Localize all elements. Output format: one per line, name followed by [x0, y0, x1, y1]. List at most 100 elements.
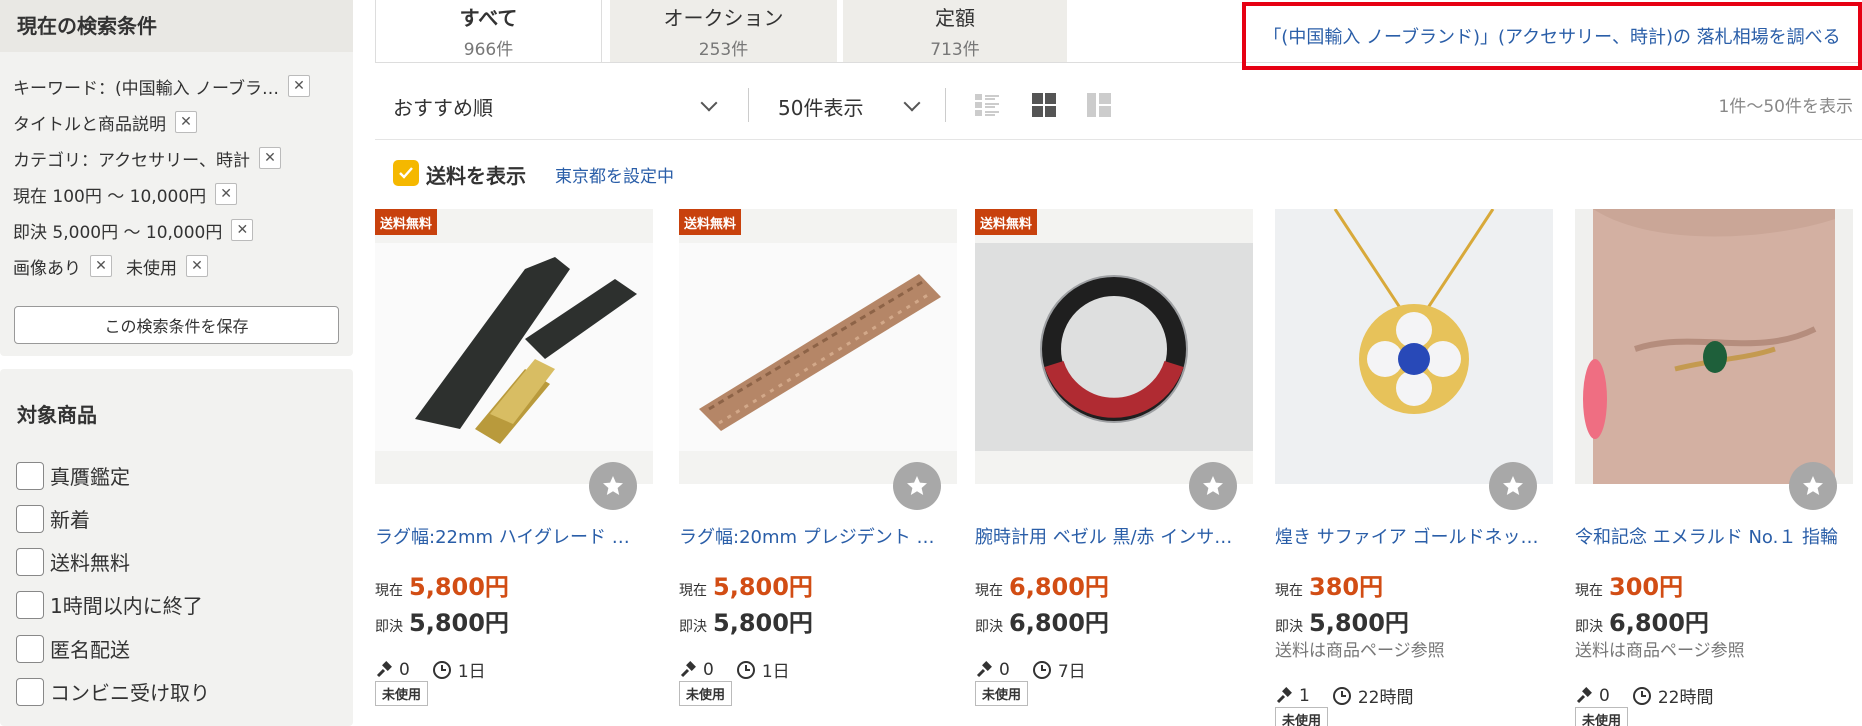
clock-icon: [432, 660, 451, 679]
sidebar: 現在の検索条件 キーワード：(中国輸入 ノーブラ… ✕ タイトルと商品説明 ✕ …: [0, 0, 353, 726]
item-title[interactable]: ラグ幅:20mm プレジデント …: [679, 523, 957, 549]
market-price-link[interactable]: 「(中国輸入 ノーブランド)」(アクセサリー、時計)の 落札相場を調べる: [1242, 2, 1862, 70]
watchlist-star-button[interactable]: [1189, 462, 1237, 510]
current-price: 現在 5,800円: [375, 567, 509, 602]
filter-convenience-store[interactable]: コンビニ受け取り: [16, 677, 210, 706]
item-card: 煌き サファイア ゴールドネッ… 現在 380円 即決 5,800円 送料は商品ペー…: [1275, 209, 1553, 726]
item-image[interactable]: 送料無料: [679, 209, 957, 484]
remove-buy-price-button[interactable]: ✕: [231, 219, 254, 241]
condition-buy-price: 即決 5,000円 ～ 10,000円 ✕: [13, 212, 343, 248]
condition-tag: 未使用: [1575, 707, 1629, 726]
sort-select[interactable]: おすすめ順: [393, 86, 723, 126]
current-price: 現在 5,800円: [679, 567, 813, 602]
checkbox[interactable]: [16, 504, 44, 533]
item-title[interactable]: ラグ幅:22mm ハイグレード …: [375, 523, 653, 549]
tab-auction[interactable]: オークション 253件: [610, 0, 837, 62]
watchlist-star-button[interactable]: [1789, 462, 1837, 510]
save-conditions-button[interactable]: この検索条件を保存: [14, 306, 339, 344]
condition-current-price: 現在 100円 ～ 10,000円 ✕: [13, 176, 343, 212]
condition-image-unused: 画像あり ✕ 未使用 ✕: [13, 248, 343, 284]
current-price: 現在 6,800円: [975, 567, 1109, 602]
item-image[interactable]: 送料無料: [975, 209, 1253, 484]
show-shipping-checkbox[interactable]: [393, 160, 419, 186]
bid-count: 1: [1299, 685, 1310, 706]
sort-value: おすすめ順: [393, 95, 493, 120]
item-card: 送料無料 ラグ幅:20mm プレジデント … 現在 5,800円 即決 5,800円…: [679, 209, 957, 726]
show-shipping-label[interactable]: 送料を表示: [426, 160, 526, 189]
free-shipping-badge: 送料無料: [679, 209, 742, 235]
time-left: 1日: [457, 662, 486, 682]
condition-label: タイトルと商品説明: [13, 114, 166, 135]
tab-count: 966件: [463, 40, 514, 60]
tab-count: 253件: [698, 40, 749, 60]
divider: [945, 88, 946, 122]
item-meta: 0 7日: [975, 657, 1086, 682]
gavel-icon: [680, 660, 696, 677]
checkbox[interactable]: [16, 547, 44, 576]
tab-all[interactable]: すべて 966件: [375, 0, 602, 62]
gavel-icon: [376, 660, 392, 677]
per-page-value: 50件表示: [778, 95, 864, 120]
grid-view-icon[interactable]: [1031, 92, 1057, 118]
price-value: 5,800円: [713, 609, 813, 637]
filter-authenticity[interactable]: 真贋鑑定: [16, 461, 130, 490]
watchlist-star-button[interactable]: [1489, 462, 1537, 510]
chip-image: 画像あり ✕: [13, 254, 112, 279]
time-left: 7日: [1057, 662, 1086, 682]
chip-unused: 未使用 ✕: [126, 254, 208, 279]
filter-new[interactable]: 新着: [16, 504, 90, 533]
watchlist-star-button[interactable]: [893, 462, 941, 510]
remove-image-button[interactable]: ✕: [90, 255, 112, 277]
filter-label: 匿名配送: [50, 638, 130, 662]
filter-ending-soon[interactable]: 1時間以内に終了: [16, 590, 203, 619]
watch-bracelet-image: [679, 243, 957, 451]
remove-unused-button[interactable]: ✕: [186, 255, 208, 277]
checkbox[interactable]: [16, 677, 44, 706]
remove-keyword-button[interactable]: ✕: [288, 75, 311, 97]
necklace-image: [1275, 209, 1553, 484]
price-value: 6,800円: [1009, 609, 1109, 637]
bid-count: 0: [399, 659, 410, 680]
price-label: 現在: [1275, 583, 1303, 599]
tab-label: 定額: [935, 6, 975, 30]
list-view-icon[interactable]: [974, 92, 1000, 118]
price-label: 即決: [679, 619, 707, 635]
item-title[interactable]: 煌き サファイア ゴールドネッ…: [1275, 523, 1553, 549]
per-page-select[interactable]: 50件表示: [778, 86, 921, 126]
item-title[interactable]: 令和記念 エメラルド No.１ 指輪: [1575, 523, 1853, 549]
target-items-panel: 対象商品 真贋鑑定 新着 送料無料 1時間以内に終了 匿名配送 コンビニ受け取り: [0, 369, 353, 726]
time-left: 22時間: [1657, 688, 1714, 708]
ring-image: [1575, 209, 1853, 484]
shipping-note: 送料は商品ページ参照: [1275, 641, 1445, 661]
price-label: 即決: [975, 619, 1003, 635]
item-title[interactable]: 腕時計用 ベゼル 黒/赤 インサ…: [975, 523, 1253, 549]
tab-fixed-price[interactable]: 定額 713件: [843, 0, 1067, 62]
shipping-area-link[interactable]: 東京都を設定中: [555, 162, 674, 187]
watchlist-star-button[interactable]: [589, 462, 637, 510]
remove-category-button[interactable]: ✕: [258, 147, 281, 169]
item-meta: 0 1日: [679, 657, 790, 682]
filter-anonymous-delivery[interactable]: 匿名配送: [16, 634, 130, 663]
remove-current-price-button[interactable]: ✕: [215, 183, 238, 205]
item-image[interactable]: [1275, 209, 1553, 484]
checkbox[interactable]: [16, 634, 44, 663]
checkbox[interactable]: [16, 590, 44, 619]
conditions-title: 現在の検索条件: [0, 0, 353, 52]
gavel-icon: [1576, 686, 1592, 703]
target-title: 対象商品: [17, 403, 97, 427]
item-image[interactable]: 送料無料: [375, 209, 653, 484]
condition-tag: 未使用: [975, 681, 1029, 706]
item-meta: 0 22時間: [1575, 683, 1713, 708]
remove-scope-button[interactable]: ✕: [175, 111, 197, 133]
price-value: 6,800円: [1609, 609, 1709, 637]
condition-category: カテゴリ：アクセサリー、時計 ✕: [13, 140, 343, 176]
large-view-icon[interactable]: [1086, 92, 1112, 118]
condition-label: キーワード：(中国輸入 ノーブラ…: [13, 78, 280, 99]
checkbox[interactable]: [16, 461, 44, 490]
buy-now-price: 即決 5,800円: [1275, 603, 1409, 638]
condition-tag: 未使用: [679, 681, 733, 706]
item-image[interactable]: [1575, 209, 1853, 484]
bezel-image: [975, 243, 1253, 451]
filter-free-shipping[interactable]: 送料無料: [16, 547, 130, 576]
condition-label: 現在 100円 ～ 10,000円: [13, 186, 207, 207]
